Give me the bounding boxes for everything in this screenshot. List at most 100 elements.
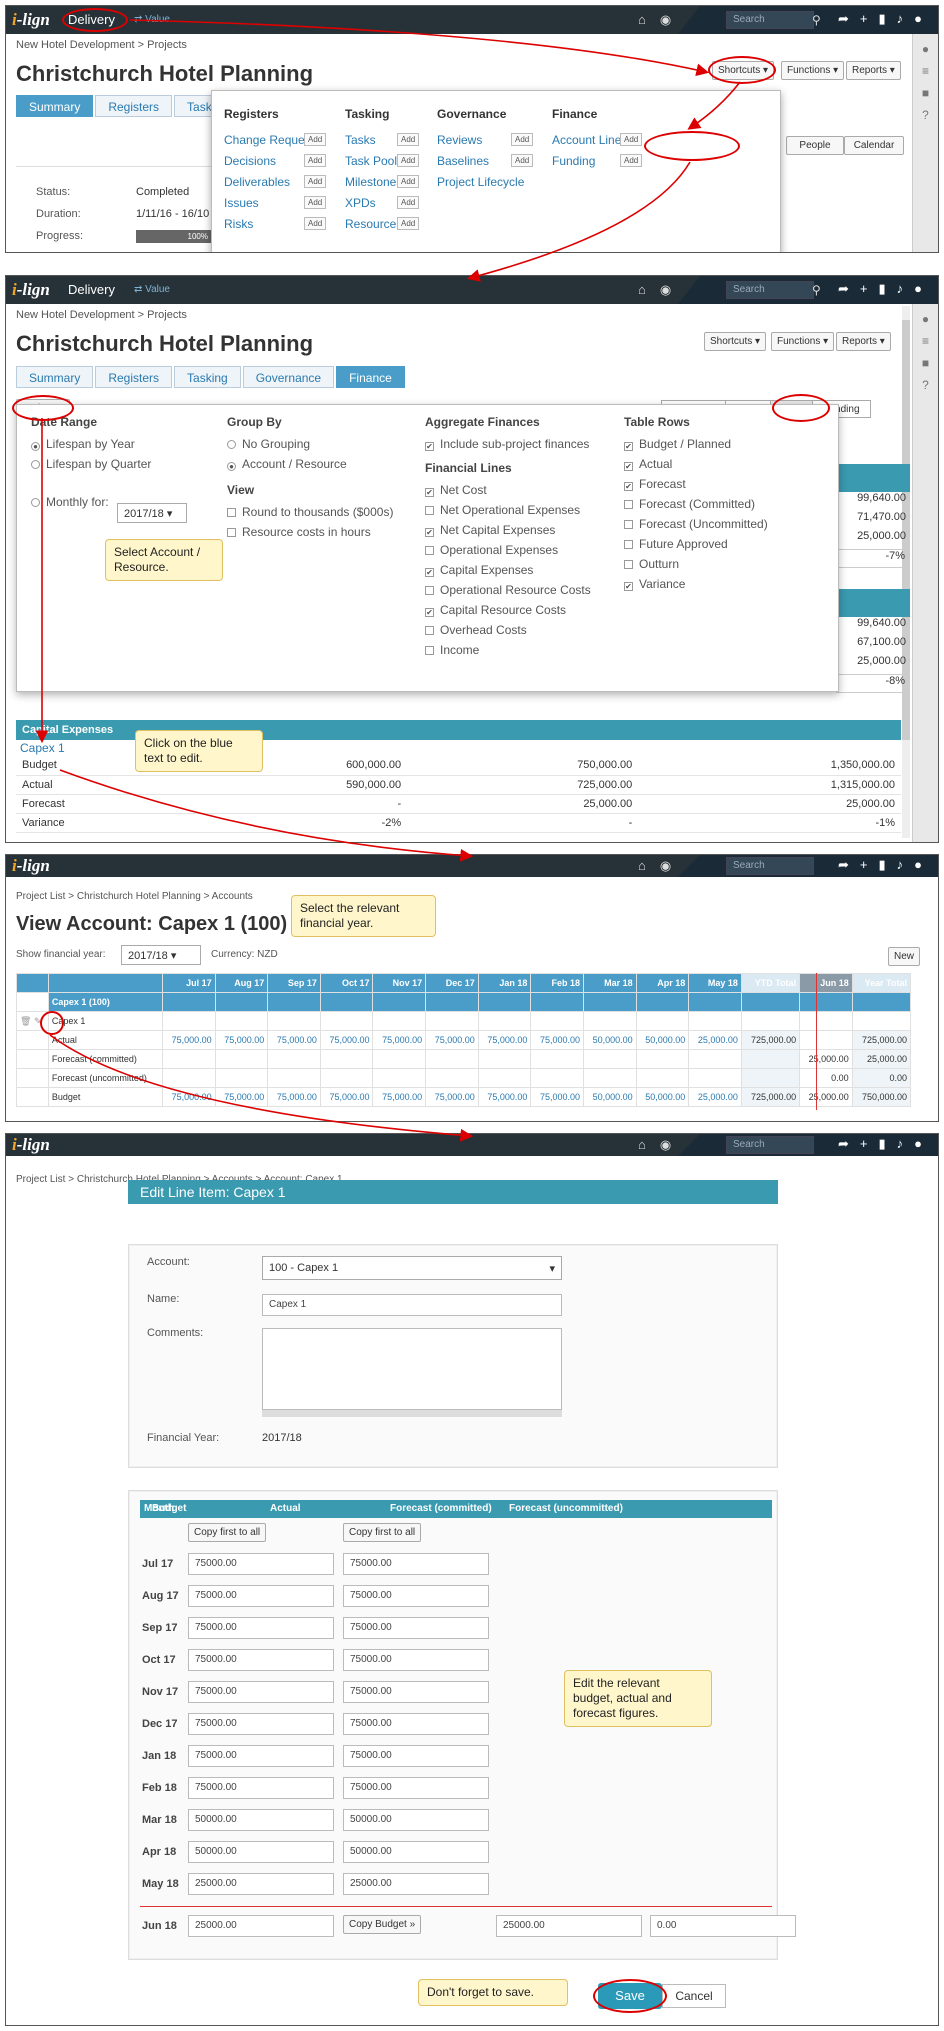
search-input[interactable]: Search (726, 281, 814, 299)
actual-input-sep-17[interactable]: 75000.00 (343, 1617, 489, 1639)
option-c-income[interactable] (425, 646, 434, 655)
shortcut-decisions[interactable]: Decisions Add (224, 154, 327, 175)
tab-registers[interactable]: Registers (95, 366, 173, 388)
help-icon[interactable]: ? (913, 378, 938, 392)
search-input[interactable]: Search (726, 1136, 814, 1154)
shortcut-task-pools[interactable]: Task Pools Add (345, 154, 420, 175)
bookmark-icon[interactable]: ▮ (879, 11, 886, 27)
user-icon[interactable]: ● (914, 1136, 922, 1152)
lock-icon[interactable]: ■ (913, 356, 938, 370)
option-c-net-operational-expenses[interactable] (425, 506, 434, 515)
add-milestones-button[interactable]: Add (397, 175, 420, 188)
home-icon[interactable]: ⌂ (638, 1137, 646, 1153)
option-c-capital-resource-costs[interactable]: ✔ (425, 608, 434, 617)
functions-button[interactable]: Functions ▾ (781, 61, 845, 80)
option-r-lifespan-by-year[interactable]: ● (31, 442, 40, 451)
option-c-actual[interactable]: ✔ (624, 462, 633, 471)
jun-forecast-uncommitted-input[interactable]: 0.00 (650, 1915, 796, 1937)
shortcut-milestones[interactable]: Milestones Add (345, 175, 420, 196)
breadcrumb[interactable]: Project List > Christchurch Hotel Planni… (16, 891, 253, 902)
option-net-cost[interactable]: ✔ Net Cost (425, 483, 591, 503)
option-c-outturn[interactable] (624, 560, 633, 569)
shortcut-issues[interactable]: Issues Add (224, 196, 327, 217)
breadcrumb[interactable]: New Hotel Development > Projects (16, 39, 187, 51)
new-button[interactable]: New (888, 947, 921, 966)
list-icon[interactable]: ≡ (913, 334, 938, 348)
option-c-variance[interactable]: ✔ (624, 582, 633, 591)
add-tasks-button[interactable]: Add (397, 133, 420, 146)
budget-input-feb-18[interactable]: 75000.00 (188, 1777, 334, 1799)
globe-icon[interactable]: ◉ (660, 1137, 671, 1153)
actual-input-may-18[interactable]: 25000.00 (343, 1873, 489, 1895)
chat-icon[interactable]: ● (913, 312, 938, 326)
copy-budget-first-button[interactable]: Copy first to all (188, 1523, 267, 1542)
account-select[interactable]: 100 - Capex 1 ▾ (262, 1256, 562, 1280)
add-deliverables-button[interactable]: Add (304, 175, 327, 188)
option-r-account-resource[interactable]: ● (227, 462, 236, 471)
option-r-lifespan-by-quarter[interactable] (31, 460, 40, 469)
tab-registers[interactable]: Registers (95, 95, 173, 117)
budget-input-oct-17[interactable]: 75000.00 (188, 1649, 334, 1671)
actual-input-mar-18[interactable]: 50000.00 (343, 1809, 489, 1831)
ilign-logo[interactable]: i-lign (12, 10, 50, 30)
bell-icon[interactable]: ♪ (897, 281, 904, 297)
share-icon[interactable]: ➦ (838, 857, 849, 873)
budget-input-mar-18[interactable]: 50000.00 (188, 1809, 334, 1831)
option-c-forecast[interactable]: ✔ (624, 482, 633, 491)
option-capital-expenses[interactable]: ✔ Capital Expenses (425, 563, 591, 583)
option-c-forecast-uncommitted[interactable] (624, 520, 633, 529)
shortcut-tasks[interactable]: Tasks Add (345, 133, 420, 154)
option-c-net-cost[interactable]: ✔ (425, 488, 434, 497)
tab-governance[interactable]: Governance (242, 366, 335, 388)
option-forecast-uncommitted[interactable]: Forecast (Uncommitted) (624, 517, 768, 537)
ilign-logo[interactable]: i-lign (12, 280, 50, 300)
option-resource-costs-in-hours[interactable]: Resource costs in hours (227, 525, 393, 545)
actual-input-dec-17[interactable]: 75000.00 (343, 1713, 489, 1735)
option-capital-resource-costs[interactable]: ✔ Capital Resource Costs (425, 603, 591, 623)
tab-finance[interactable]: Finance (336, 366, 405, 388)
shortcut-funding[interactable]: Funding Add (552, 154, 643, 175)
ilign-logo[interactable]: i-lign (12, 1135, 50, 1155)
user-icon[interactable]: ● (914, 11, 922, 27)
option-income[interactable]: Income (425, 643, 591, 663)
option-net-capital-expenses[interactable]: ✔ Net Capital Expenses (425, 523, 591, 543)
actual-input-jul-17[interactable]: 75000.00 (343, 1553, 489, 1575)
globe-icon[interactable]: ◉ (660, 12, 671, 28)
globe-icon[interactable]: ◉ (660, 858, 671, 874)
option-c-operational-resource-costs[interactable] (425, 586, 434, 595)
add-xpds-button[interactable]: Add (397, 196, 420, 209)
jun-forecast-committed-input[interactable]: 25000.00 (496, 1915, 642, 1937)
add-change-requests-button[interactable]: Add (304, 133, 327, 146)
lock-icon[interactable]: ■ (913, 86, 938, 100)
plus-icon[interactable]: + (860, 11, 868, 27)
shortcut-resources[interactable]: Resources Add (345, 217, 420, 238)
actual-input-aug-17[interactable]: 75000.00 (343, 1585, 489, 1607)
home-icon[interactable]: ⌂ (638, 282, 646, 298)
add-funding-button[interactable]: Add (620, 154, 643, 167)
option-c-capital-expenses[interactable]: ✔ (425, 568, 434, 577)
option-account-resource[interactable]: ● Account / Resource (227, 457, 347, 477)
people-tab[interactable]: People (786, 136, 844, 155)
actual-input-jan-18[interactable]: 75000.00 (343, 1745, 489, 1767)
shortcuts-button[interactable]: Shortcuts ▾ (704, 332, 767, 351)
delivery-menu[interactable]: Delivery (68, 282, 115, 297)
shortcut-xpds[interactable]: XPDs Add (345, 196, 420, 217)
budget-input-jul-17[interactable]: 75000.00 (188, 1553, 334, 1575)
add-account-lines-button[interactable]: Add (620, 133, 643, 146)
shortcut-risks[interactable]: Risks Add (224, 217, 327, 238)
search-icon[interactable]: ⚲ (812, 13, 821, 27)
shortcut-reviews[interactable]: Reviews Add (437, 133, 534, 154)
add-baselines-button[interactable]: Add (511, 154, 534, 167)
add-risks-button[interactable]: Add (304, 217, 327, 230)
budget-input-jan-18[interactable]: 75000.00 (188, 1745, 334, 1767)
plus-icon[interactable]: + (860, 857, 868, 873)
option-c-forecast-committed[interactable] (624, 500, 633, 509)
option-actual[interactable]: ✔ Actual (624, 457, 768, 477)
shortcut-change-requests[interactable]: Change Requests Add (224, 133, 327, 154)
copy-budget-button[interactable]: Copy Budget » (343, 1915, 422, 1934)
bell-icon[interactable]: ♪ (897, 1136, 904, 1152)
tab-summary[interactable]: Summary (16, 366, 94, 388)
add-issues-button[interactable]: Add (304, 196, 327, 209)
option-lifespan-by-quarter[interactable]: Lifespan by Quarter (31, 457, 151, 477)
bell-icon[interactable]: ♪ (897, 857, 904, 873)
